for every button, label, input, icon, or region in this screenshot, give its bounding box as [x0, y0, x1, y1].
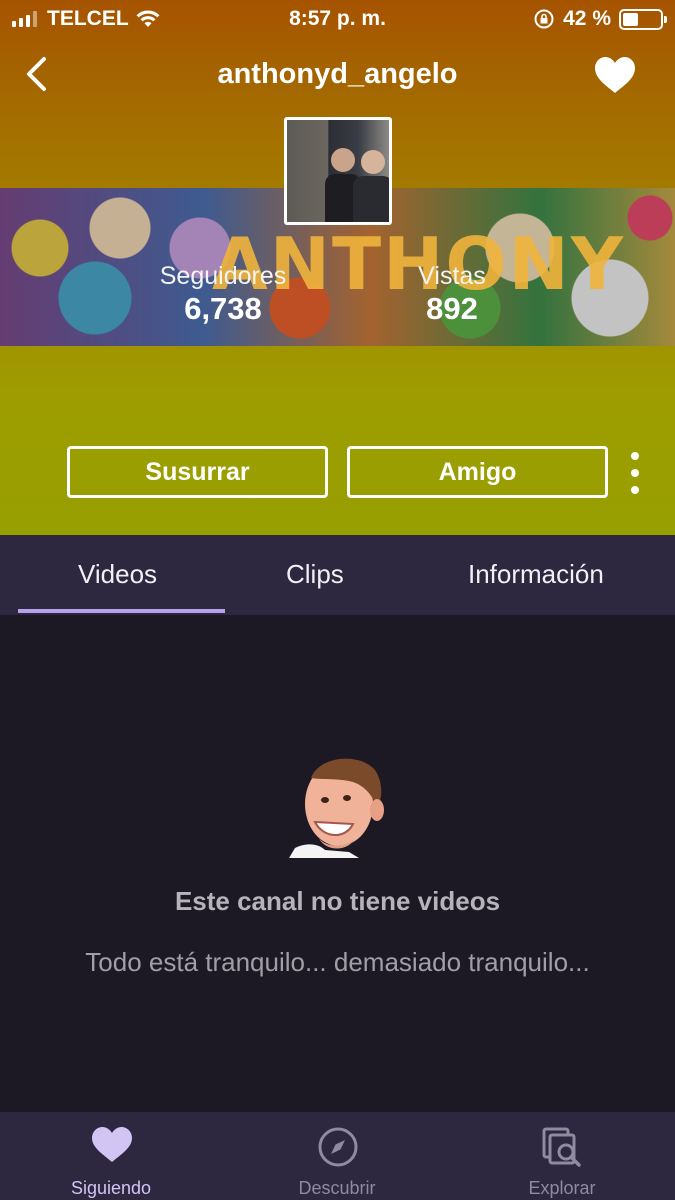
browse-icon: [542, 1127, 581, 1167]
tab-information[interactable]: Información: [468, 559, 604, 590]
emote-face-icon: [289, 758, 384, 858]
empty-state-title: Este canal no tiene videos: [174, 886, 501, 916]
whisper-button[interactable]: Susurrar: [67, 446, 328, 498]
nav-item-discover[interactable]: Descubrir: [237, 1112, 437, 1200]
profile-tabs: Videos Clips Información: [0, 535, 675, 615]
page-title: anthonyd_angelo: [217, 58, 458, 90]
compass-icon: [318, 1127, 358, 1167]
orientation-lock-icon: [534, 9, 554, 29]
followers-count: 6,738: [184, 291, 262, 326]
nav-label-discover: Descubrir: [298, 1178, 376, 1198]
tab-clips[interactable]: Clips: [286, 559, 344, 590]
nav-label-explore: Explorar: [528, 1178, 596, 1198]
nav-label-following: Siguiendo: [70, 1178, 152, 1198]
followers-stat: Seguidores 6,738: [150, 262, 296, 327]
battery-percent: 42 %: [563, 7, 611, 30]
empty-state-subtitle: Todo está tranquilo... demasiado tranqui…: [85, 947, 590, 977]
videos-panel: [0, 615, 675, 1112]
nav-item-explore[interactable]: Explorar: [462, 1112, 662, 1200]
battery-icon: [619, 8, 667, 30]
bottom-navigation: Siguiendo Descubrir Explorar: [0, 1112, 675, 1200]
views-stat: Vistas 892: [406, 262, 498, 327]
tab-videos[interactable]: Videos: [78, 559, 157, 590]
add-friend-button[interactable]: Amigo: [347, 446, 608, 498]
active-tab-indicator: [18, 609, 225, 613]
nav-item-following[interactable]: Siguiendo: [11, 1112, 211, 1200]
views-count: 892: [426, 291, 478, 326]
heart-icon: [92, 1127, 132, 1162]
followers-label: Seguidores: [159, 262, 287, 290]
status-bar: TELCEL 8:57 p. m. 42 %: [0, 0, 675, 38]
more-options-icon[interactable]: [628, 452, 642, 494]
heart-icon[interactable]: [593, 55, 637, 95]
avatar[interactable]: [284, 117, 392, 225]
views-label: Vistas: [418, 262, 486, 290]
